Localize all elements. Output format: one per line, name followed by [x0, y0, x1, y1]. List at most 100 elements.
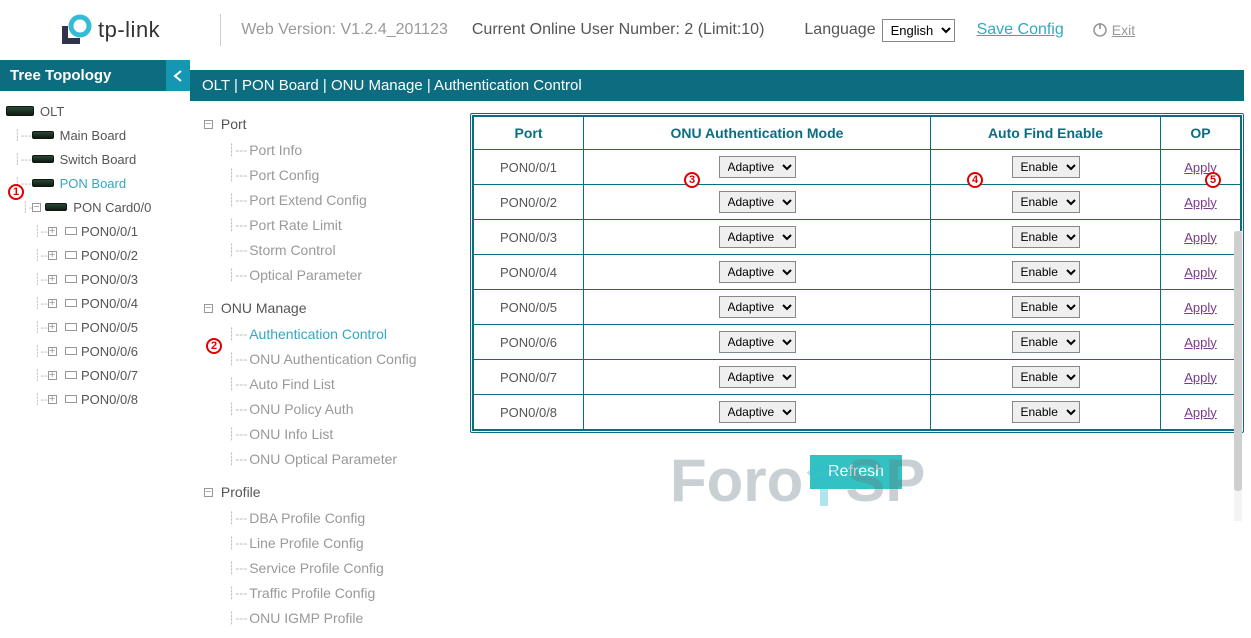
submenu-item[interactable]: ┊---Authentication Control [204, 321, 470, 346]
tree-node-switch-board[interactable]: ┊--- Switch Board [0, 147, 190, 171]
submenu-item-label: Authentication Control [249, 326, 387, 342]
submenu-item-label: ONU Optical Parameter [249, 451, 397, 467]
expand-icon[interactable] [48, 347, 57, 356]
submenu-item-label: Traffic Profile Config [249, 585, 375, 601]
submenu-item[interactable]: ┊---Port Extend Config [204, 187, 470, 212]
collapse-icon[interactable] [32, 203, 41, 212]
autofind-select[interactable]: Enable [1012, 401, 1080, 423]
tree-label: PON0/0/2 [81, 248, 138, 263]
tree-node-port[interactable]: ┊-- PON0/0/5 [0, 315, 190, 339]
expand-icon[interactable] [48, 371, 57, 380]
apply-link[interactable]: Apply [1184, 335, 1217, 350]
port-icon [65, 371, 77, 379]
table-row: PON0/0/8AdaptiveEnableApply [474, 395, 1241, 430]
tree-node-port[interactable]: ┊-- PON0/0/8 [0, 387, 190, 411]
submenu-item[interactable]: ┊---DBA Profile Config [204, 505, 470, 530]
col-port: Port [474, 117, 584, 150]
autofind-select[interactable]: Enable [1012, 331, 1080, 353]
auth-mode-select[interactable]: Adaptive [719, 261, 796, 283]
col-op: OP [1161, 117, 1241, 150]
submenu-item[interactable]: ┊---Line Profile Config [204, 530, 470, 555]
submenu-item[interactable]: ┊---Port Rate Limit [204, 212, 470, 237]
auth-mode-select[interactable]: Adaptive [719, 366, 796, 388]
language-label: Language [804, 21, 875, 39]
apply-link[interactable]: Apply [1184, 160, 1217, 175]
auth-mode-select[interactable]: Adaptive [719, 401, 796, 423]
collapse-icon[interactable] [204, 304, 213, 313]
expand-icon[interactable] [48, 323, 57, 332]
tree-node-main-board[interactable]: ┊--- Main Board [0, 123, 190, 147]
autofind-select[interactable]: Enable [1012, 156, 1080, 178]
cell-op: Apply [1161, 255, 1241, 290]
submenu-item[interactable]: ┊---Port Config [204, 162, 470, 187]
cell-autofind: Enable [931, 395, 1161, 430]
submenu-group[interactable]: Profile [204, 479, 470, 505]
apply-link[interactable]: Apply [1184, 230, 1217, 245]
tree-label: PON0/0/4 [81, 296, 138, 311]
collapse-icon[interactable] [204, 120, 213, 129]
tree-node-port[interactable]: ┊-- PON0/0/4 [0, 291, 190, 315]
collapse-icon[interactable] [204, 488, 213, 497]
expand-icon[interactable] [48, 251, 57, 260]
autofind-select[interactable]: Enable [1012, 296, 1080, 318]
submenu-item[interactable]: ┊---ONU Authentication Config [204, 346, 470, 371]
submenu-item[interactable]: ┊---ONU IGMP Profile [204, 605, 470, 630]
save-config-link[interactable]: Save Config [977, 21, 1064, 39]
auth-mode-select[interactable]: Adaptive [719, 191, 796, 213]
submenu-item[interactable]: ┊---ONU Optical Parameter [204, 446, 470, 471]
auth-mode-select[interactable]: Adaptive [719, 331, 796, 353]
submenu-group[interactable]: Port [204, 111, 470, 137]
apply-link[interactable]: Apply [1184, 195, 1217, 210]
autofind-select[interactable]: Enable [1012, 261, 1080, 283]
apply-link[interactable]: Apply [1184, 370, 1217, 385]
autofind-select[interactable]: Enable [1012, 226, 1080, 248]
cell-mode: Adaptive [584, 185, 931, 220]
cell-op: Apply [1161, 325, 1241, 360]
expand-icon[interactable] [48, 227, 57, 236]
tree-node-port[interactable]: ┊-- PON0/0/3 [0, 267, 190, 291]
sidebar-collapse-button[interactable] [166, 60, 190, 91]
apply-link[interactable]: Apply [1184, 265, 1217, 280]
submenu-item[interactable]: ┊---ONU Policy Auth [204, 396, 470, 421]
auth-mode-select[interactable]: Adaptive [719, 156, 796, 178]
language-picker: Language English [804, 19, 954, 42]
cell-autofind: Enable [931, 325, 1161, 360]
expand-icon[interactable] [48, 275, 57, 284]
apply-link[interactable]: Apply [1184, 405, 1217, 420]
submenu-item[interactable]: ┊---Service Profile Config [204, 555, 470, 580]
exit-link[interactable]: Exit [1092, 22, 1135, 38]
tree-node-pon-board[interactable]: ┊--- PON Board [0, 171, 190, 195]
apply-link[interactable]: Apply [1184, 300, 1217, 315]
submenu-item-label: Optical Parameter [249, 267, 362, 283]
cell-autofind: Enable [931, 290, 1161, 325]
submenu-group[interactable]: ONU Manage [204, 295, 470, 321]
refresh-button[interactable]: Refresh [810, 455, 902, 489]
device-icon [32, 179, 54, 187]
expand-icon[interactable] [48, 299, 57, 308]
tree-node-port[interactable]: ┊-- PON0/0/1 [0, 219, 190, 243]
cell-mode: Adaptive [584, 290, 931, 325]
chevron-left-icon [173, 70, 183, 82]
submenu-item[interactable]: ┊---ONU Info List [204, 421, 470, 446]
auth-mode-select[interactable]: Adaptive [719, 226, 796, 248]
scrollbar-thumb[interactable] [1234, 231, 1242, 491]
autofind-select[interactable]: Enable [1012, 191, 1080, 213]
language-select[interactable]: English [882, 19, 955, 42]
submenu-item[interactable]: ┊---Auto Find List [204, 371, 470, 396]
submenu-item-label: ONU IGMP Profile [249, 610, 363, 626]
tree-node-port[interactable]: ┊-- PON0/0/6 [0, 339, 190, 363]
auth-mode-select[interactable]: Adaptive [719, 296, 796, 318]
tree-node-olt[interactable]: OLT [0, 99, 190, 123]
submenu-item[interactable]: ┊---Storm Control [204, 237, 470, 262]
expand-icon[interactable] [48, 395, 57, 404]
submenu-item[interactable]: ┊---Port Info [204, 137, 470, 162]
cell-mode: Adaptive [584, 395, 931, 430]
autofind-select[interactable]: Enable [1012, 366, 1080, 388]
tree-label: OLT [40, 104, 64, 119]
submenu-item[interactable]: ┊---Optical Parameter [204, 262, 470, 287]
submenu-item[interactable]: ┊---Traffic Profile Config [204, 580, 470, 605]
tree-node-port[interactable]: ┊-- PON0/0/2 [0, 243, 190, 267]
tree-node-port[interactable]: ┊-- PON0/0/7 [0, 363, 190, 387]
tree-node-pon-card[interactable]: ┊- PON Card0/0 [0, 195, 190, 219]
submenu-item-label: Port Info [249, 142, 302, 158]
